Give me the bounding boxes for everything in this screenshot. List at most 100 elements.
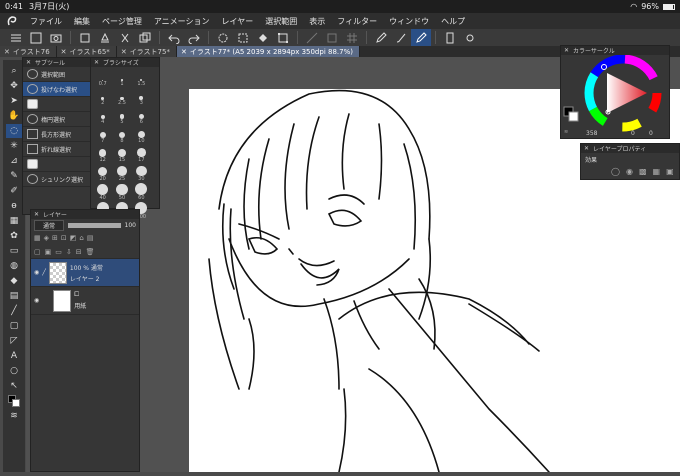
menu-animation[interactable]: アニメーション: [148, 16, 216, 27]
transform-icon[interactable]: [273, 29, 293, 46]
eraser-icon[interactable]: ▭: [6, 244, 22, 258]
snap-icon[interactable]: [322, 29, 342, 46]
pencil-tool-icon[interactable]: ✐: [6, 184, 22, 198]
opacity-slider[interactable]: [68, 222, 121, 228]
hamburger-icon[interactable]: [6, 29, 26, 46]
move-icon[interactable]: ✥: [6, 79, 22, 93]
brush-size-cell[interactable]: 40: [94, 183, 111, 201]
brush-tool-icon[interactable]: ɵ: [6, 199, 22, 213]
blend-mode-select[interactable]: 通常: [34, 219, 65, 231]
layer-color-icon[interactable]: ▩: [639, 167, 647, 176]
settings-icon[interactable]: [460, 29, 480, 46]
blend-icon[interactable]: ◍: [6, 259, 22, 273]
subtool-item[interactable]: 楕円選択: [23, 112, 91, 127]
close-icon[interactable]: ✕: [584, 145, 589, 152]
mask-icon[interactable]: ◩: [70, 234, 77, 242]
transfer-down-icon[interactable]: ⇩: [66, 248, 72, 256]
brush-size-cell[interactable]: 0.7: [94, 69, 111, 87]
airbrush-icon[interactable]: ▦: [6, 214, 22, 228]
tab-illust-77[interactable]: ✕ イラスト77* (A5 2039 x 2894px 350dpi 88.7%): [176, 46, 360, 57]
close-icon[interactable]: ✕: [94, 59, 99, 66]
close-icon[interactable]: ✕: [121, 48, 127, 56]
visibility-eye-icon[interactable]: ◉: [34, 269, 39, 276]
brush-size-cell[interactable]: 7: [94, 126, 111, 144]
brush-size-cell[interactable]: 8: [113, 126, 130, 144]
tab-illust-65[interactable]: ✕ イラスト65*: [56, 46, 117, 57]
new-raster-icon[interactable]: ▢: [34, 248, 41, 256]
ruler-tool-icon[interactable]: ◸: [6, 334, 22, 348]
pen-tool-icon[interactable]: ✎: [6, 169, 22, 183]
clip-icon[interactable]: ▦: [34, 234, 41, 242]
camera-icon[interactable]: [46, 29, 66, 46]
fill-icon[interactable]: [95, 29, 115, 46]
tone-effect-icon[interactable]: ◉: [626, 167, 633, 176]
brush-size-cell[interactable]: 30: [133, 164, 150, 182]
menu-layer[interactable]: レイヤー: [216, 16, 260, 27]
subtool-item[interactable]: シュリンク選択: [23, 172, 91, 187]
menu-filter[interactable]: フィルター: [331, 16, 383, 27]
close-icon[interactable]: ✕: [181, 48, 187, 56]
color-wheel[interactable]: ≋ 358 0 0: [561, 54, 669, 139]
delete-layer-icon[interactable]: 🗑: [86, 248, 95, 256]
pen-icon[interactable]: [371, 29, 391, 46]
ruler-layer-icon[interactable]: ⌂: [79, 234, 83, 242]
layer-row[interactable]: ◉ ╱ 100 % 通常 レイヤー 2: [31, 259, 139, 287]
clear-icon[interactable]: [75, 29, 95, 46]
lasso-icon[interactable]: ◌: [6, 124, 22, 138]
subtool-item[interactable]: 投げなわ選択: [23, 82, 91, 97]
transparent-color-icon[interactable]: ≋: [6, 409, 22, 423]
menu-view[interactable]: 表示: [303, 16, 331, 27]
menu-page[interactable]: ページ管理: [96, 16, 148, 27]
hand-icon[interactable]: ✋: [6, 109, 22, 123]
lock-icon[interactable]: ⊡: [61, 234, 67, 242]
brush-size-cell[interactable]: 1.5: [133, 69, 150, 87]
fill-selection-icon[interactable]: [253, 29, 273, 46]
brush-size-cell[interactable]: 60: [133, 183, 150, 201]
close-icon[interactable]: ✕: [26, 59, 31, 66]
subtool-item[interactable]: 長方形選択: [23, 127, 91, 142]
tab-illust-75[interactable]: ✕ イラスト75*: [116, 46, 177, 57]
opacity-value[interactable]: 100: [125, 222, 136, 229]
close-icon[interactable]: ✕: [564, 47, 569, 54]
subtool-item[interactable]: [23, 97, 91, 112]
brush-size-cell[interactable]: 10: [133, 126, 150, 144]
combine-icon[interactable]: ⊟: [76, 248, 82, 256]
grid-icon[interactable]: [342, 29, 362, 46]
subtool-item[interactable]: 選択範囲: [23, 67, 91, 82]
new-canvas-icon[interactable]: [26, 29, 46, 46]
brush-size-cell[interactable]: 5: [113, 107, 130, 125]
text-icon[interactable]: A: [6, 349, 22, 363]
subtool-item[interactable]: 折れ線選択: [23, 142, 91, 157]
new-folder-icon[interactable]: ▭: [55, 248, 62, 256]
close-icon[interactable]: ✕: [4, 48, 10, 56]
brush-size-cell[interactable]: 2.5: [113, 88, 130, 106]
brush-size-cell[interactable]: 6: [133, 107, 150, 125]
app-logo-icon[interactable]: [4, 14, 20, 28]
copy-icon[interactable]: [135, 29, 155, 46]
menu-file[interactable]: ファイル: [24, 16, 68, 27]
reference-icon[interactable]: ◈: [44, 234, 49, 242]
figure-icon[interactable]: ╱: [6, 304, 22, 318]
brush-icon[interactable]: [391, 29, 411, 46]
brush-size-cell[interactable]: 4: [94, 107, 111, 125]
invert-selection-icon[interactable]: [233, 29, 253, 46]
color-swatch-icon[interactable]: [6, 394, 22, 408]
palette-icon[interactable]: ▤: [87, 234, 94, 242]
tab-illust-76[interactable]: ✕ イラスト76: [0, 46, 57, 57]
correct-line-icon[interactable]: ↖: [6, 379, 22, 393]
undo-icon[interactable]: [164, 29, 184, 46]
draft-icon[interactable]: ⊞: [52, 234, 58, 242]
brush-size-cell[interactable]: 15: [113, 145, 130, 163]
layer-row[interactable]: ◉ ⧠ 用紙: [31, 287, 139, 315]
close-icon[interactable]: ✕: [61, 48, 67, 56]
auto-select-icon[interactable]: ✳: [6, 139, 22, 153]
decoration-icon[interactable]: ✿: [6, 229, 22, 243]
ruler-icon[interactable]: [302, 29, 322, 46]
menu-window[interactable]: ウィンドウ: [383, 16, 435, 27]
pencil-active-icon[interactable]: [411, 29, 431, 46]
visibility-eye-icon[interactable]: ◉: [34, 297, 39, 304]
new-vector-icon[interactable]: ▣: [45, 248, 52, 256]
deselect-icon[interactable]: [213, 29, 233, 46]
gradient-icon[interactable]: ▤: [6, 289, 22, 303]
fill-tool-icon[interactable]: ◆: [6, 274, 22, 288]
